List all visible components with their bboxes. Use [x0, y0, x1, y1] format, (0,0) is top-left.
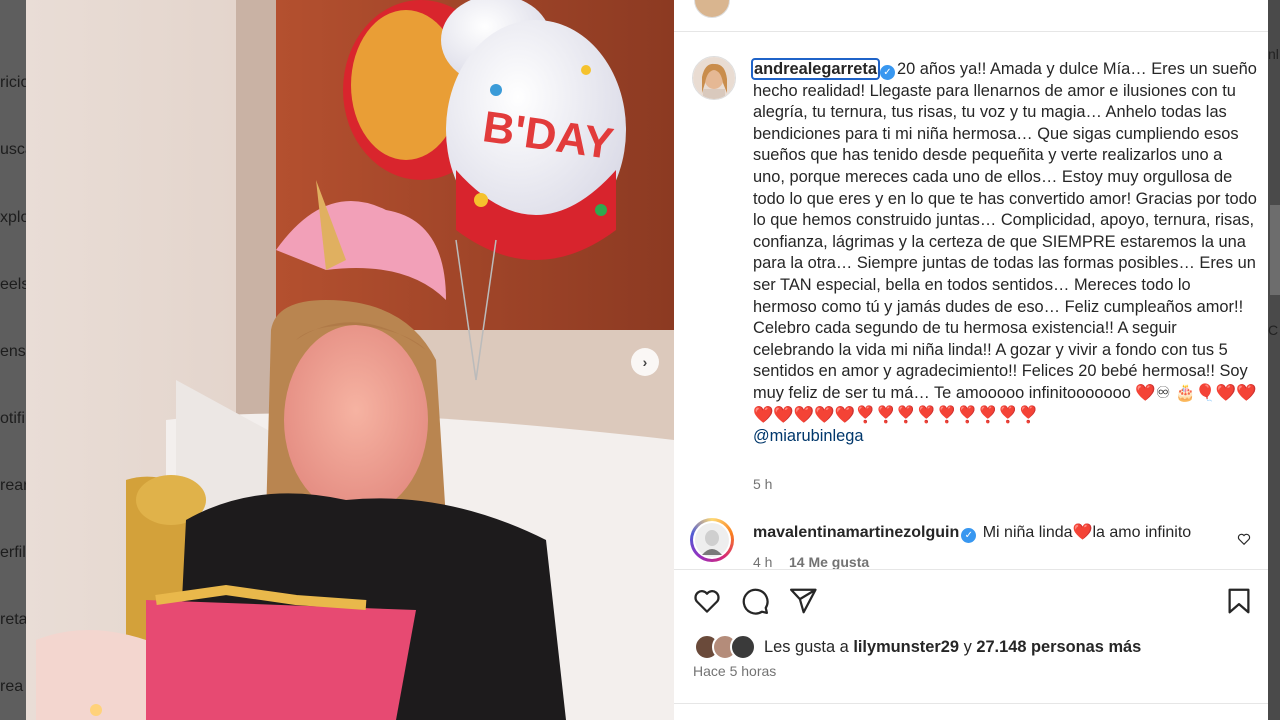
- background-text: C: [1268, 322, 1279, 338]
- post-time[interactable]: 5 h: [753, 476, 772, 492]
- sidebar-item[interactable]: ensa: [0, 343, 26, 361]
- sidebar-item[interactable]: reta: [0, 611, 26, 629]
- next-media-button[interactable]: ›: [631, 348, 659, 376]
- commenter-avatar-ring[interactable]: [690, 518, 734, 562]
- likes-text[interactable]: Les gusta a lilymunster29 y 27.148 perso…: [764, 638, 1141, 657]
- sidebar-item[interactable]: eels: [0, 276, 26, 294]
- comment-likes[interactable]: 14 Me gusta: [789, 554, 869, 570]
- author-avatar[interactable]: [692, 56, 736, 100]
- verified-badge-icon: ✓: [880, 65, 895, 80]
- posted-ago: Hace 5 horas: [693, 663, 777, 679]
- sidebar-item[interactable]: otifi: [0, 410, 25, 428]
- caption-text: 20 años ya!! Amada y dulce Mía… Eres un …: [753, 60, 1257, 424]
- likes-count[interactable]: 27.148 personas más: [976, 638, 1141, 656]
- comment-like-heart-icon[interactable]: [1237, 532, 1251, 546]
- likes-prefix: Les gusta a: [764, 637, 849, 656]
- mention-link[interactable]: @miarubinlega: [753, 427, 864, 445]
- sidebar-item[interactable]: ricio: [0, 74, 26, 92]
- send-icon[interactable]: [788, 586, 818, 616]
- post-media[interactable]: B'DAY ›: [26, 0, 674, 720]
- comment-time: 4 h: [753, 554, 773, 570]
- divider: [674, 31, 1268, 32]
- sidebar-item[interactable]: rear: [0, 477, 26, 495]
- comment-text: Mi niña linda❤️la amo infinito: [982, 524, 1192, 541]
- background-thumbnail: [1270, 205, 1280, 295]
- left-sidebar: ricio usca xplo eels ensa otifi rear erf…: [0, 0, 26, 720]
- heart-icon[interactable]: [692, 586, 722, 616]
- sidebar-item[interactable]: usca: [0, 141, 26, 159]
- post-caption: andrealegarreta ✓ 20 años ya!! Amada y dul…: [751, 58, 1258, 448]
- sidebar-item[interactable]: xplo: [0, 209, 26, 227]
- post-panel: andrealegarreta ✓ 20 años ya!! Amada y dul…: [674, 0, 1268, 720]
- commenter-username[interactable]: mavalentinamartinezolguin: [753, 524, 959, 541]
- liker-avatar[interactable]: [730, 634, 756, 660]
- sidebar-item[interactable]: rea: [0, 678, 23, 696]
- likes-user[interactable]: lilymunster29: [853, 638, 959, 656]
- chevron-right-icon: ›: [642, 354, 648, 370]
- bookmark-icon[interactable]: [1224, 586, 1254, 616]
- verified-badge-icon: ✓: [961, 528, 977, 543]
- divider: [674, 569, 1268, 570]
- header-avatar[interactable]: [694, 0, 730, 18]
- right-background-strip: nl C: [1268, 0, 1280, 720]
- author-username[interactable]: andrealegarreta: [751, 58, 880, 80]
- background-text: nl: [1268, 46, 1279, 62]
- likes-conj: y: [963, 637, 972, 656]
- author-avatar-image: [693, 57, 735, 99]
- birthday-photo: B'DAY: [26, 0, 674, 720]
- commenter-avatar-image: [695, 523, 729, 557]
- comment-icon[interactable]: [740, 586, 770, 616]
- divider: [674, 703, 1268, 704]
- commenter-avatar-gap: [693, 521, 731, 559]
- likes-summary: Les gusta a lilymunster29 y 27.148 perso…: [694, 634, 1141, 660]
- sidebar-item[interactable]: erfil: [0, 544, 26, 562]
- comment-row: mavalentinamartinezolguin ✓ Mi niña linda…: [753, 522, 1191, 543]
